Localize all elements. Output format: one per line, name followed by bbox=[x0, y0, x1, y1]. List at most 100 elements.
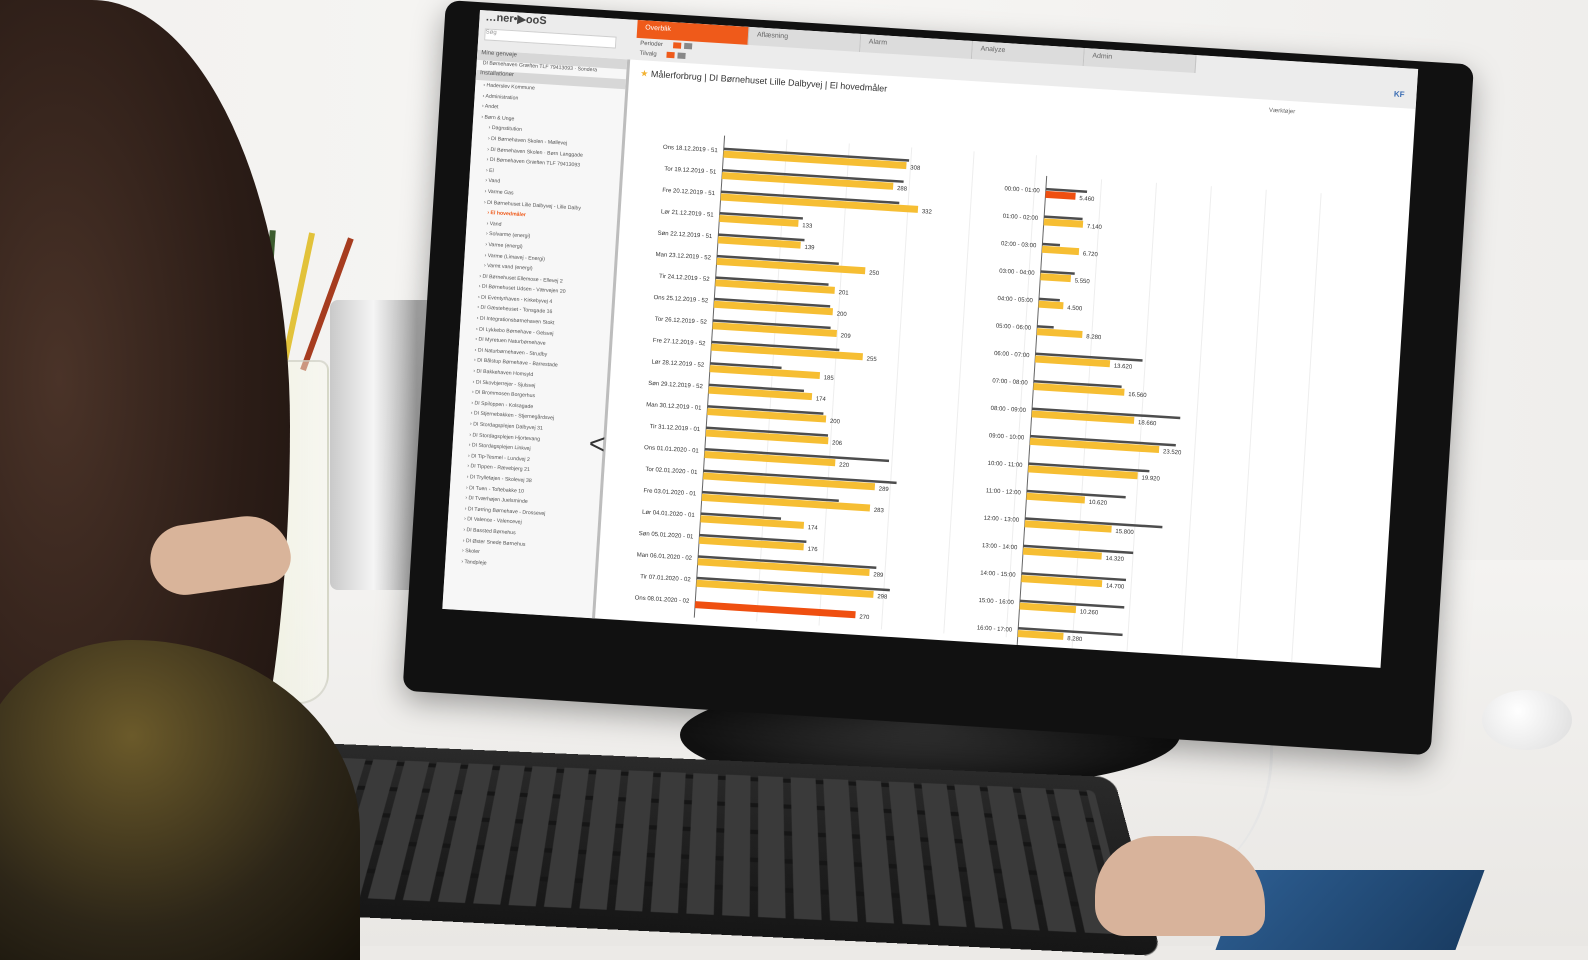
category-label: 01:00 - 02:00 bbox=[1002, 214, 1038, 222]
category-label: 16:00 - 17:00 bbox=[977, 625, 1013, 633]
category-label: 06:00 - 07:00 bbox=[994, 351, 1030, 359]
category-label: Lør 21.12.2019 - 51 bbox=[661, 209, 715, 218]
value-label: 185 bbox=[823, 375, 834, 382]
category-label: Ons 18.12.2019 - 51 bbox=[663, 145, 719, 154]
grid-line bbox=[819, 143, 849, 625]
value-label: 13.620 bbox=[1114, 364, 1133, 371]
category-label: Fre 20.12.2019 - 51 bbox=[662, 188, 716, 197]
category-label: 02:00 - 03:00 bbox=[1001, 241, 1037, 249]
value-label: 5.460 bbox=[1079, 196, 1095, 203]
installation-tree: › Haderslev Kommune › Administration › And… bbox=[445, 80, 625, 576]
desk-object bbox=[1482, 690, 1572, 750]
period-calendar-icon[interactable] bbox=[673, 42, 681, 48]
category-label: Tor 19.12.2019 - 51 bbox=[664, 166, 717, 175]
category-label: 04:00 - 05:00 bbox=[997, 296, 1033, 304]
grid-line bbox=[1006, 155, 1036, 637]
main-panel: ★ Målerforbrug | DI Børnehuset Lille Dal… bbox=[598, 60, 1416, 668]
value-label: 289 bbox=[873, 572, 884, 579]
value-label: 139 bbox=[804, 245, 815, 252]
monitor-screen: …ner•▶ooS Søg Overblik Aflæsning Alarm A… bbox=[442, 10, 1418, 668]
primary-bar bbox=[1038, 301, 1063, 310]
favorite-star-icon[interactable]: ★ bbox=[640, 68, 649, 78]
value-label: 15.800 bbox=[1115, 529, 1134, 536]
person-right-hand bbox=[1095, 836, 1265, 936]
grid-line bbox=[757, 140, 787, 622]
value-label: 201 bbox=[838, 290, 849, 297]
category-label: Man 30.12.2019 - 01 bbox=[646, 402, 702, 412]
category-label: Ons 25.12.2019 - 52 bbox=[653, 295, 709, 304]
category-label: Tor 26.12.2019 - 52 bbox=[655, 317, 708, 326]
value-label: 14.700 bbox=[1106, 583, 1125, 590]
category-label: Tir 07.01.2020 - 02 bbox=[640, 574, 691, 583]
value-label: 18.660 bbox=[1138, 420, 1157, 427]
period-label: Perioder bbox=[640, 41, 663, 48]
value-label: 332 bbox=[922, 209, 933, 216]
grid-line bbox=[1291, 193, 1321, 668]
category-label: Søn 29.12.2019 - 52 bbox=[648, 381, 704, 390]
category-label: 00:00 - 01:00 bbox=[1004, 186, 1040, 194]
value-label: 250 bbox=[869, 270, 880, 277]
value-label: 288 bbox=[897, 186, 908, 193]
primary-bar bbox=[695, 601, 856, 618]
keyboard-keys bbox=[224, 755, 1130, 935]
grid-line bbox=[944, 151, 974, 633]
primary-bar bbox=[1037, 328, 1083, 338]
value-label: 19.920 bbox=[1141, 475, 1160, 482]
page-title-text: Målerforbrug | DI Børnehuset Lille Dalby… bbox=[651, 69, 888, 94]
value-label: 8.280 bbox=[1067, 636, 1083, 643]
grid-line bbox=[1181, 186, 1211, 663]
value-label: 133 bbox=[802, 223, 813, 230]
value-label: 289 bbox=[879, 486, 890, 493]
category-label: Tir 24.12.2019 - 52 bbox=[659, 274, 710, 283]
user-avatar[interactable]: KF bbox=[1394, 90, 1405, 100]
period-grid-icon[interactable] bbox=[684, 43, 692, 49]
category-label: Lør 28.12.2019 - 52 bbox=[651, 359, 705, 368]
compare-grid-icon[interactable] bbox=[677, 53, 685, 59]
value-label: 7.140 bbox=[1087, 224, 1103, 231]
category-label: Man 06.01.2020 - 02 bbox=[636, 552, 692, 562]
compare-label: Tilvalg bbox=[639, 51, 656, 58]
value-label: 176 bbox=[807, 547, 818, 554]
value-label: 174 bbox=[807, 525, 818, 532]
value-label: 220 bbox=[839, 462, 850, 469]
value-label: 23.520 bbox=[1163, 449, 1182, 456]
category-label: 08:00 - 09:00 bbox=[990, 406, 1026, 414]
value-label: 6.720 bbox=[1083, 251, 1099, 258]
tools-label: Værktøjer bbox=[1269, 108, 1296, 116]
value-label: 206 bbox=[832, 440, 843, 447]
category-label: 10:00 - 11:00 bbox=[987, 461, 1023, 469]
value-label: 255 bbox=[866, 356, 877, 363]
consumption-charts: Ons 18.12.2019 - 51 308 Tor 19.12.2019 - 5… bbox=[598, 90, 1414, 668]
value-label: 10.260 bbox=[1080, 609, 1099, 616]
compare-calendar-icon[interactable] bbox=[666, 52, 674, 58]
category-label: Tir 31.12.2019 - 01 bbox=[649, 424, 700, 433]
value-label: 270 bbox=[859, 615, 870, 622]
category-label: 11:00 - 12:00 bbox=[986, 488, 1022, 496]
value-label: 308 bbox=[910, 165, 921, 172]
value-label: 4.500 bbox=[1067, 305, 1083, 312]
category-label: Man 23.12.2019 - 52 bbox=[655, 252, 711, 262]
value-label: 200 bbox=[836, 311, 847, 318]
category-label: Søn 05.01.2020 - 01 bbox=[639, 531, 695, 540]
category-label: Tor 02.01.2020 - 01 bbox=[645, 467, 698, 476]
primary-bar bbox=[1045, 191, 1075, 200]
category-label: 03:00 - 04:00 bbox=[999, 269, 1035, 277]
compare-bar bbox=[1042, 243, 1060, 247]
compare-bar bbox=[1037, 325, 1054, 329]
primary-bar bbox=[1042, 246, 1079, 255]
category-label: Fre 03.01.2020 - 01 bbox=[643, 488, 697, 497]
axis-line bbox=[694, 136, 724, 618]
value-label: 16.560 bbox=[1128, 392, 1147, 399]
category-label: 15:00 - 16:00 bbox=[978, 598, 1014, 606]
category-label: Søn 22.12.2019 - 51 bbox=[657, 231, 713, 240]
primary-bar bbox=[1040, 273, 1071, 282]
category-label: 05:00 - 06:00 bbox=[996, 324, 1032, 332]
category-label: Ons 08.01.2020 - 02 bbox=[634, 595, 690, 604]
value-label: 200 bbox=[830, 419, 841, 426]
chevron-left-icon[interactable]: < bbox=[588, 428, 606, 461]
value-label: 5.550 bbox=[1074, 278, 1090, 285]
value-label: 8.280 bbox=[1086, 334, 1102, 341]
grid-line bbox=[1236, 190, 1266, 667]
category-label: Ons 01.01.2020 - 01 bbox=[644, 445, 700, 454]
grid-line bbox=[881, 147, 911, 629]
